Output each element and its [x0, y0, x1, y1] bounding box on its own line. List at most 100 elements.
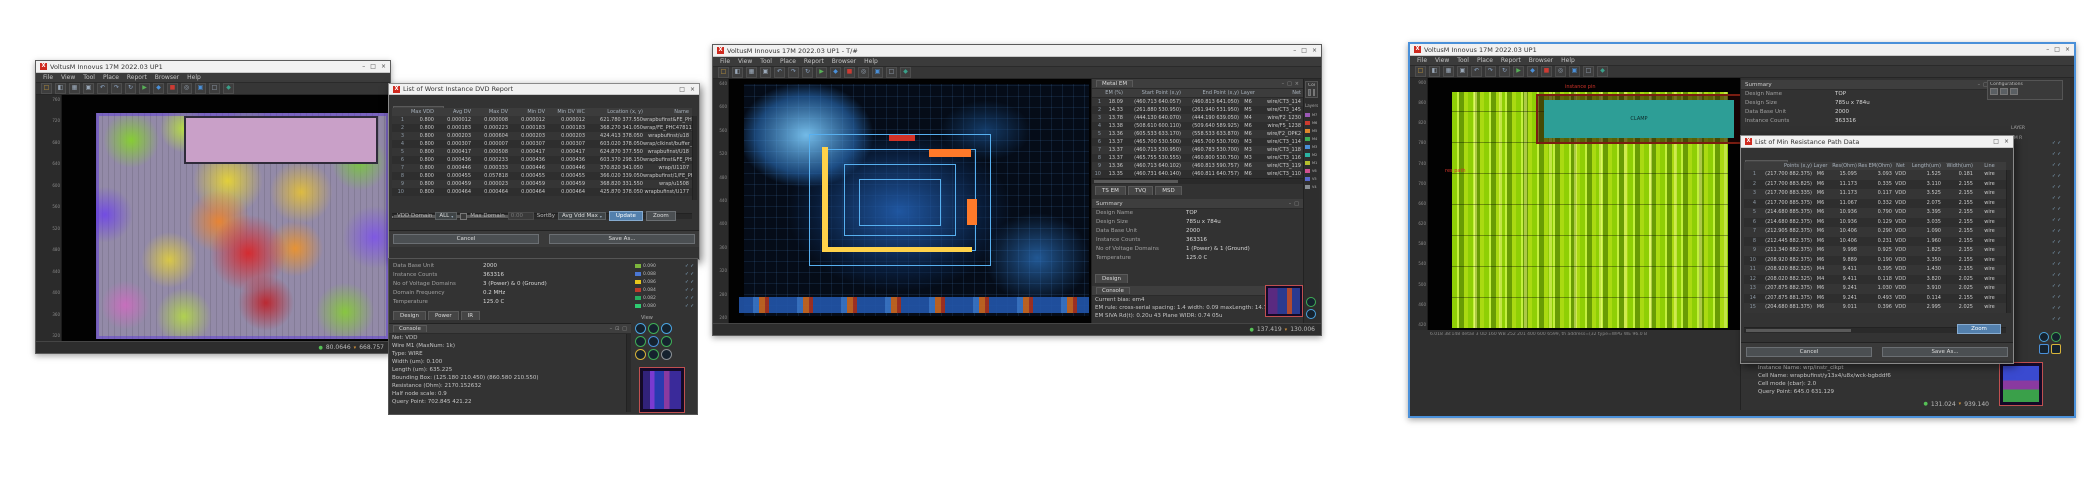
col-end-point[interactable]: End Point (x,y)	[1181, 89, 1239, 97]
table-row[interactable]: 5 0.800 0.000417 0.000508 0.000417 0.000…	[392, 148, 692, 156]
table-row[interactable]: 10 13.35 (460.731 640.140) (460.811 640.…	[1092, 170, 1303, 178]
layer-row[interactable]: M5	[1305, 127, 1319, 135]
col-em[interactable]: EM (%)	[1101, 89, 1123, 97]
maximize-button[interactable]: □	[2054, 46, 2060, 53]
legend-checks[interactable]: ✓ ✓	[685, 264, 695, 269]
configurations-box[interactable]: Configurations	[1305, 81, 1318, 98]
toolbar-icon[interactable]: ↻	[125, 83, 136, 94]
table-row[interactable]: 3 (217.700 883.335) M6 11.173 0.117 VDD …	[1744, 189, 2006, 199]
view-tool-icon[interactable]	[648, 323, 659, 334]
menu-item[interactable]: Place	[780, 58, 796, 65]
view-tool-icon[interactable]	[635, 336, 646, 347]
col-layer[interactable]: Layer	[1812, 162, 1829, 170]
toolbar-icon[interactable]: ◆	[153, 83, 164, 94]
save-as-button[interactable]: Save As...	[1882, 347, 2008, 357]
maximize-button[interactable]: □	[1301, 47, 1307, 54]
toolbar-icon[interactable]: ↻	[802, 67, 813, 78]
table-row[interactable]: 2 (217.700 883.825) M6 11.173 0.335 VDD …	[1744, 180, 2006, 190]
toolbar-icon[interactable]: ↷	[788, 67, 799, 78]
layout-canvas[interactable]: instance pin CLAMP res path	[1428, 78, 1740, 330]
toolbar-icon[interactable]: ▦	[1443, 66, 1454, 77]
zoom-button[interactable]: Zoom	[646, 211, 676, 221]
fit-view-icon[interactable]	[1306, 297, 1316, 307]
col-location[interactable]: Location (x, y)	[585, 108, 643, 116]
titlebar[interactable]: X VoltusM Innovus 17M 2022.03 UP1 – □ ×	[1410, 44, 2074, 56]
minimize-button[interactable]: –	[1293, 47, 1296, 54]
minimap[interactable]	[1265, 285, 1303, 317]
toolbar-icon[interactable]: ▣	[760, 67, 771, 78]
col-layer[interactable]: Layer	[1239, 89, 1257, 97]
table-row[interactable]: 7 0.800 0.000446 0.000333 0.000446 0.000…	[392, 164, 692, 172]
summary-tab[interactable]: Design	[393, 311, 426, 320]
table-row[interactable]: 2 14.33 (261.880 530.950) (261.940 531.9…	[1092, 106, 1303, 114]
table-row[interactable]: 6 13.37 (465.700 530.500) (465.700 530.7…	[1092, 138, 1303, 146]
toolbar-icon[interactable]: ■	[167, 83, 178, 94]
layer-row[interactable]: V4	[1305, 183, 1319, 191]
table-row[interactable]: 6 0.800 0.000436 0.000233 0.000436 0.000…	[392, 156, 692, 164]
em-tab[interactable]: TS EM	[1095, 186, 1126, 195]
toolbar-icon[interactable]: ◧	[1429, 66, 1440, 77]
select-view-icon[interactable]	[2051, 344, 2061, 354]
vdd-domain-select[interactable]: ALL▾	[435, 212, 457, 220]
legend-checks[interactable]: ✓ ✓	[685, 288, 695, 293]
configurations-box[interactable]: Configurations	[1987, 80, 2063, 100]
toolbar-icon[interactable]: ▣	[1457, 66, 1468, 77]
max-domain-checkbox[interactable]	[460, 213, 467, 220]
toolbar-icon[interactable]: □	[1583, 66, 1594, 77]
menu-item[interactable]: Tool	[760, 58, 772, 65]
toolbar-icon[interactable]: ◎	[1555, 66, 1566, 77]
table-row[interactable]: 5 13.36 (605.533 633.170) (558.533 633.8…	[1092, 130, 1303, 138]
max-domain-field[interactable]: 0.00	[508, 212, 534, 220]
col-start-point[interactable]: Start Point (x,y)	[1123, 89, 1181, 97]
menu-item[interactable]: View	[1435, 57, 1449, 64]
table-row[interactable]: 9 13.36 (460.713 640.102) (460.813 590.7…	[1092, 162, 1303, 170]
table-row[interactable]: 3 0.800 0.000203 0.000604 0.000203 0.000…	[392, 132, 692, 140]
layout-canvas[interactable]	[62, 95, 388, 341]
pan-view-icon[interactable]	[2039, 344, 2049, 354]
legend-checks[interactable]: ✓ ✓	[685, 296, 695, 301]
panel-icons[interactable]: –⊡□	[610, 326, 627, 332]
toolbar-icon[interactable]: ↻	[1499, 66, 1510, 77]
vertical-scrollbar[interactable]	[2006, 170, 2011, 313]
table-row[interactable]: 3 13.78 (444.130 640.070) (444.190 639.0…	[1092, 114, 1303, 122]
panel-icons[interactable]: –□×	[1282, 81, 1299, 87]
col-res[interactable]: Res(Ohm)	[1829, 162, 1857, 170]
minimize-button[interactable]: –	[2046, 46, 2049, 53]
cancel-button[interactable]: Cancel	[393, 234, 539, 244]
col-net[interactable]: Net	[1257, 89, 1303, 97]
view-tool-icon[interactable]	[635, 323, 646, 334]
titlebar[interactable]: X VoltusM Innovus 17M 2022.03 UP1 – □ ×	[36, 61, 390, 73]
toolbar-icon[interactable]: ◎	[858, 67, 869, 78]
metal-em-header[interactable]: Metal EM –□×	[1092, 79, 1303, 89]
zoom-view-icon[interactable]	[1306, 309, 1316, 319]
toolbar-icon[interactable]: ▣	[872, 67, 883, 78]
view-tool-icon[interactable]	[648, 336, 659, 347]
table-row[interactable]: 7 (212.905 882.375) M6 10.406 0.290 VDD …	[1744, 227, 2006, 237]
close-button[interactable]: ×	[381, 63, 386, 70]
layer-row[interactable]: M1	[1305, 159, 1319, 167]
toolbar-icon[interactable]: ▦	[69, 83, 80, 94]
menu-item[interactable]: Report	[804, 58, 824, 65]
table-row[interactable]: 13 (207.875 882.375) M6 9.241 1.030 VDD …	[1744, 284, 2006, 294]
toolbar-icon[interactable]: ▦	[746, 67, 757, 78]
layer-check-row[interactable]: ✓ ✓	[2035, 171, 2061, 182]
menu-item[interactable]: Tool	[83, 74, 95, 81]
table-row[interactable]: 4 0.800 0.000307 0.000007 0.000307 0.000…	[392, 140, 692, 148]
toolbar-icon[interactable]: ▶	[139, 83, 150, 94]
config-squares[interactable]	[1990, 88, 2060, 95]
zoom-button[interactable]: Zoom	[1957, 324, 2001, 334]
menu-item[interactable]: View	[738, 58, 752, 65]
close-button[interactable]: ×	[2065, 46, 2070, 53]
layer-row[interactable]: M2	[1305, 151, 1319, 159]
toolbar-icon[interactable]: ■	[844, 67, 855, 78]
col-line[interactable]: Line	[1973, 162, 2006, 170]
table-row[interactable]: 2 0.800 0.000183 0.000223 0.000183 0.000…	[392, 124, 692, 132]
layer-check-row[interactable]: ✓ ✓	[2035, 259, 2061, 270]
menu-item[interactable]: Tool	[1457, 57, 1469, 64]
layer-row[interactable]: V5	[1305, 175, 1319, 183]
layout-canvas[interactable]	[729, 79, 1091, 323]
metal-em-tab[interactable]: Metal EM	[1096, 80, 1133, 87]
toolbar-icon[interactable]: ↶	[1471, 66, 1482, 77]
cancel-button[interactable]: Cancel	[1746, 347, 1872, 357]
col-width[interactable]: Width(um)	[1941, 162, 1973, 170]
